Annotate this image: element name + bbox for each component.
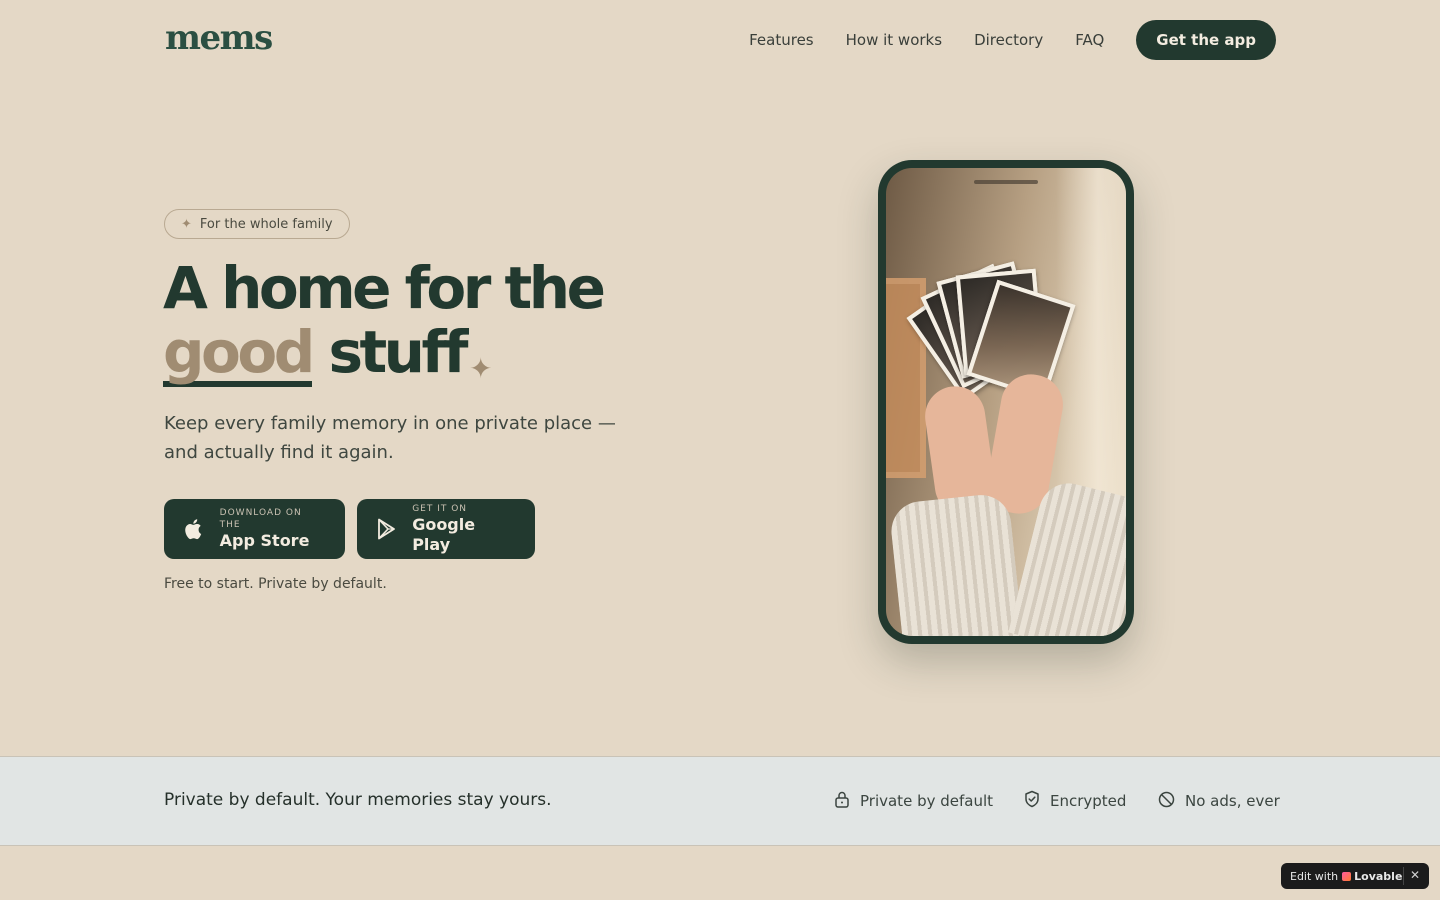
headline-highlight: good (163, 318, 315, 387)
phone-screen-photo (886, 168, 1126, 636)
lovable-logo-icon (1342, 871, 1352, 881)
audience-badge: ✦ For the whole family (164, 209, 350, 239)
app-store-big: App Store (219, 531, 310, 550)
hero-note: Free to start. Private by default. (164, 576, 387, 592)
trust-item-encrypted: Encrypted (1024, 757, 1126, 845)
trust-item-no-ads: No ads, ever (1158, 757, 1280, 845)
trust-tagline: Private by default. Your memories stay y… (164, 790, 552, 810)
trust-item-label: Encrypted (1050, 792, 1127, 810)
divider (1403, 867, 1404, 885)
google-play-icon (375, 517, 398, 541)
google-play-button[interactable]: GET IT ON Google Play (357, 499, 535, 559)
lovable-brand-label: Lovable (1354, 869, 1403, 883)
google-play-big: Google Play (412, 515, 476, 554)
google-play-small: GET IT ON (412, 504, 468, 514)
lock-icon (834, 790, 860, 812)
main-nav: Features How it works Directory FAQ Get … (717, 0, 1276, 80)
trust-item-label: No ads, ever (1185, 792, 1280, 810)
app-store-text: DOWNLOAD ON THE App Store (220, 507, 325, 551)
lovable-prefix: Edit with (1290, 869, 1339, 883)
hero-subtitle: Keep every family memory in one private … (164, 413, 616, 463)
sparkle-icon: ✦ (468, 352, 493, 385)
logo[interactable]: mems (165, 18, 273, 58)
headline-rest: stuff (328, 318, 468, 386)
phone-notch (974, 180, 1038, 184)
edit-with-lovable-badge[interactable]: Edit with Lovable ✕ (1281, 863, 1429, 889)
no-ads-icon (1158, 791, 1185, 812)
hero-headline: A home for the good stuff ✦ (163, 256, 723, 401)
nav-how-it-works[interactable]: How it works (846, 31, 942, 49)
phone-mockup (878, 160, 1134, 644)
close-icon[interactable]: ✕ (1410, 868, 1420, 882)
sparkle-icon: ✦ (181, 216, 192, 232)
nav-faq[interactable]: FAQ (1075, 31, 1104, 49)
trust-band: Private by default. Your memories stay y… (0, 756, 1440, 846)
lovable-brand: Lovable (1342, 870, 1402, 883)
shield-check-icon (1024, 790, 1050, 812)
app-store-button[interactable]: DOWNLOAD ON THE App Store (164, 499, 345, 559)
audience-badge-label: For the whole family (199, 216, 333, 232)
sweater-sleeve-left (888, 492, 1024, 636)
trust-item-label: Private by default (860, 792, 994, 810)
site-header: mems Features How it works Directory FAQ… (0, 0, 1440, 80)
nav-directory[interactable]: Directory (974, 31, 1043, 49)
app-store-small: DOWNLOAD ON THE (219, 508, 302, 530)
apple-icon (182, 517, 206, 541)
get-the-app-button[interactable]: Get the app (1136, 20, 1276, 60)
google-play-text: GET IT ON Google Play (412, 503, 515, 555)
headline-line-1: A home for the (163, 254, 606, 322)
trust-item-private: Private by default (834, 757, 993, 845)
nav-features[interactable]: Features (749, 31, 814, 49)
